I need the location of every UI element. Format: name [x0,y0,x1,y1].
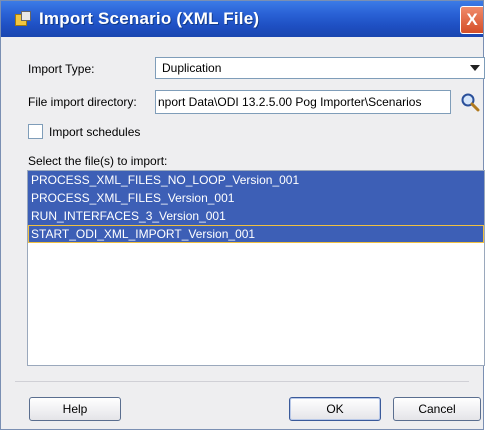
list-item[interactable]: RUN_INTERFACES_3_Version_001 [28,207,484,225]
import-scenario-dialog: Import Scenario (XML File) X Import Type… [0,0,485,430]
file-list[interactable]: PROCESS_XML_FILES_NO_LOOP_Version_001 PR… [27,170,485,366]
list-item[interactable]: START_ODI_XML_IMPORT_Version_001 [28,225,484,243]
file-list-label: Select the file(s) to import: [28,154,168,168]
import-type-value: Duplication [162,61,222,75]
cancel-button[interactable]: Cancel [393,397,481,421]
list-item[interactable]: PROCESS_XML_FILES_NO_LOOP_Version_001 [28,171,484,189]
close-button[interactable]: X [460,6,483,34]
list-item[interactable]: PROCESS_XML_FILES_Version_001 [28,189,484,207]
divider [15,381,469,382]
file-directory-label: File import directory: [28,95,137,109]
ok-button[interactable]: OK [289,397,381,421]
chevron-down-icon[interactable] [470,65,480,71]
import-type-label: Import Type: [28,62,95,76]
import-type-select[interactable]: Duplication [155,57,485,79]
import-schedules-checkbox[interactable] [28,124,43,139]
file-directory-input[interactable]: nport Data\ODI 13.2.5.00 Pog Importer\Sc… [155,90,451,114]
magnifier-icon[interactable] [460,92,480,112]
import-schedules-label: Import schedules [49,125,141,139]
help-button[interactable]: Help [29,397,121,421]
title-bar[interactable]: Import Scenario (XML File) X [1,1,483,37]
import-scenario-icon [15,11,31,27]
window-title: Import Scenario (XML File) [39,9,260,28]
